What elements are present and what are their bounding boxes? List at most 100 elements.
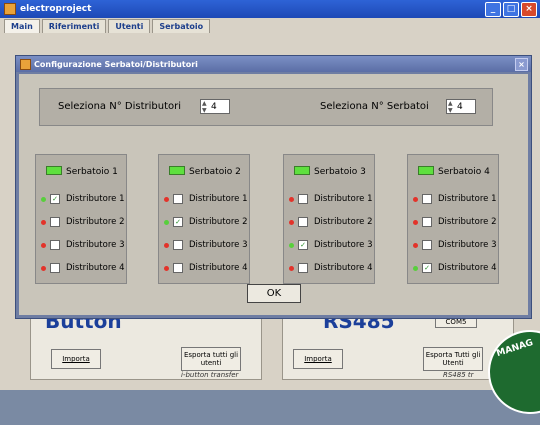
tank-panel: Serbatoio 3 Distributore 1 Distributore 2 ✓… xyxy=(283,154,375,284)
distributor-checkbox[interactable] xyxy=(50,263,60,273)
status-dot-icon xyxy=(164,265,169,271)
tab-main[interactable]: Main xyxy=(4,19,40,33)
tab-bar: Main Riferimenti Utenti Serbatoio xyxy=(4,19,212,33)
tank-led-icon xyxy=(418,166,434,175)
rs485-caption: RS485 tr xyxy=(443,371,474,379)
tab-serbatoio[interactable]: Serbatoio xyxy=(152,19,211,33)
tank-name: Serbatoio 1 xyxy=(66,167,118,177)
status-dot-icon xyxy=(289,219,294,225)
distributor-checkbox[interactable] xyxy=(173,263,183,273)
distributor-label: Distributore 1 xyxy=(66,194,125,204)
tank-led-icon xyxy=(169,166,185,175)
status-dot-icon xyxy=(289,265,294,271)
ibutton-caption: i-button transfer xyxy=(181,371,239,379)
status-dot-icon xyxy=(164,219,169,225)
status-dot-icon xyxy=(41,242,46,248)
tank-name: Serbatoio 3 xyxy=(314,167,366,177)
status-dot-icon xyxy=(289,242,294,248)
import-button-left[interactable]: Importa xyxy=(51,349,101,369)
spinner-arrows-icon[interactable]: ▲ ▼ xyxy=(202,100,207,114)
distributor-row: Distributore 3 xyxy=(41,239,125,251)
title-bar: electroproject _ □ × xyxy=(0,0,540,18)
status-dot-icon xyxy=(41,219,46,225)
distributor-row: Distributore 3 xyxy=(164,239,248,251)
tab-utenti[interactable]: Utenti xyxy=(108,19,151,33)
distributor-label: Distributore 3 xyxy=(66,240,125,250)
distributor-checkbox[interactable] xyxy=(50,240,60,250)
tank-led-icon xyxy=(294,166,310,175)
distributor-label: Distributore 3 xyxy=(189,240,248,250)
distributor-label: Distributore 1 xyxy=(189,194,248,204)
distributor-checkbox[interactable]: ✓ xyxy=(50,194,60,204)
import-button-right[interactable]: Importa xyxy=(293,349,343,369)
distributor-checkbox[interactable]: ✓ xyxy=(298,240,308,250)
distributor-checkbox[interactable] xyxy=(50,217,60,227)
distributor-label: Distributore 2 xyxy=(189,217,248,227)
export-users-button-right[interactable]: Esporta Tutti gli Utenti xyxy=(423,347,483,371)
status-dot-icon xyxy=(164,196,169,202)
distributor-checkbox[interactable] xyxy=(298,194,308,204)
app-icon xyxy=(4,3,16,15)
tank-name: Serbatoio 2 xyxy=(189,167,241,177)
distributor-label: Distributore 4 xyxy=(189,263,248,273)
tank-name: Serbatoio 4 xyxy=(438,167,490,177)
distributor-label: Distributore 4 xyxy=(438,263,497,273)
tank-panel: Serbatoio 1 ✓ Distributore 1 Distributore 2… xyxy=(35,154,127,284)
distributor-label: Distributore 4 xyxy=(66,263,125,273)
tab-riferimenti[interactable]: Riferimenti xyxy=(41,19,107,33)
distributor-label: Distributore 1 xyxy=(438,194,497,204)
distributori-label: Seleziona N° Distributori xyxy=(58,101,181,112)
tank-led-icon xyxy=(46,166,62,175)
serbatoi-value: 4 xyxy=(457,102,463,112)
export-users-button-left[interactable]: Esporta tutti gli utenti xyxy=(181,347,241,371)
status-dot-icon xyxy=(164,242,169,248)
status-dot-icon xyxy=(413,242,418,248)
dialog-body: Seleziona N° Distributori ▲ ▼ 4 Seleziona… xyxy=(19,74,528,315)
status-dot-icon xyxy=(41,265,46,271)
serbatoi-label: Seleziona N° Serbatoi xyxy=(320,101,429,112)
selection-bar: Seleziona N° Distributori ▲ ▼ 4 Seleziona… xyxy=(39,88,493,126)
distributor-row: Distributore 3 xyxy=(413,239,497,251)
dialog-title-bar: Configurazione Serbatoi/Distributori × xyxy=(16,56,531,72)
distributor-label: Distributore 3 xyxy=(438,240,497,250)
window-controls: _ □ × xyxy=(485,2,537,17)
maximize-button[interactable]: □ xyxy=(503,2,519,17)
distributor-checkbox[interactable]: ✓ xyxy=(422,263,432,273)
distributor-checkbox[interactable] xyxy=(422,194,432,204)
distributor-label: Distributore 2 xyxy=(438,217,497,227)
status-dot-icon xyxy=(413,219,418,225)
tank-panel: Serbatoio 4 Distributore 1 Distributore 2 D… xyxy=(407,154,499,284)
distributor-checkbox[interactable] xyxy=(173,194,183,204)
serbatoi-spinner[interactable]: ▲ ▼ 4 xyxy=(446,99,476,114)
distributor-checkbox[interactable] xyxy=(298,263,308,273)
distributor-label: Distributore 1 xyxy=(314,194,373,204)
dialog-close-button[interactable]: × xyxy=(515,58,528,71)
distributor-row: ✓ Distributore 1 xyxy=(41,193,125,205)
status-dot-icon xyxy=(413,196,418,202)
distributor-label: Distributore 2 xyxy=(66,217,125,227)
app-window: electroproject _ □ × Main Riferimenti Ut… xyxy=(0,0,540,425)
distributor-row: Distributore 4 xyxy=(41,262,125,274)
dialog-icon xyxy=(20,58,31,70)
distributor-checkbox[interactable] xyxy=(298,217,308,227)
status-dot-icon xyxy=(413,265,418,271)
tank-panel: Serbatoio 2 Distributore 1 ✓ Distributore 2… xyxy=(158,154,250,284)
config-dialog: Configurazione Serbatoi/Distributori × S… xyxy=(15,55,532,319)
distributor-label: Distributore 3 xyxy=(314,240,373,250)
distributor-checkbox[interactable] xyxy=(422,240,432,250)
minimize-button[interactable]: _ xyxy=(485,2,501,17)
close-button[interactable]: × xyxy=(521,2,537,17)
distributor-row: Distributore 1 xyxy=(413,193,497,205)
window-title: electroproject xyxy=(20,4,92,14)
distributor-row: Distributore 2 xyxy=(41,216,125,228)
status-dot-icon xyxy=(289,196,294,202)
ok-button[interactable]: OK xyxy=(247,284,301,303)
spinner-arrows-icon[interactable]: ▲ ▼ xyxy=(448,100,453,114)
distributor-row: Distributore 2 xyxy=(289,216,373,228)
distributor-checkbox[interactable] xyxy=(422,217,432,227)
distributor-row: ✓ Distributore 2 xyxy=(164,216,248,228)
distributori-spinner[interactable]: ▲ ▼ 4 xyxy=(200,99,230,114)
distributor-checkbox[interactable] xyxy=(173,240,183,250)
distributor-checkbox[interactable]: ✓ xyxy=(173,217,183,227)
distributori-value: 4 xyxy=(211,102,217,112)
